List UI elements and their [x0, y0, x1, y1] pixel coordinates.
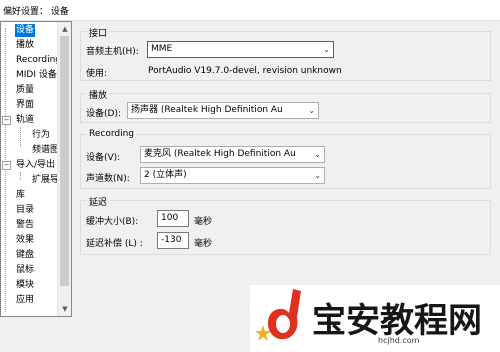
watermark-url: hcjhd.com: [378, 336, 420, 345]
tree-item-keyboard[interactable]: 键盘: [15, 249, 35, 262]
tree-item-warnings[interactable]: 警告: [15, 219, 35, 232]
tree-item-behavior[interactable]: 行为: [31, 129, 51, 142]
recording-device-label: 设备(V):: [86, 153, 121, 163]
recording-device-select[interactable]: 麦克风 (Realtek High Definition Au ⌄: [140, 146, 325, 163]
tree-item-modules[interactable]: 模块: [15, 279, 35, 292]
tree-horizontal-scrollbar[interactable]: ◀ ▶: [1, 316, 57, 317]
recording-group: Recording 设备(V): 麦克风 (Realtek High Defin…: [80, 129, 491, 189]
interface-group: 接口 音频主机(H): MME ⌄ 使用: PortAudio V19.7.0-…: [80, 26, 491, 81]
tree-item-recording[interactable]: Recording: [15, 54, 62, 67]
compensation-unit-label: 毫秒: [194, 239, 213, 249]
using-label: 使用:: [86, 69, 108, 79]
tree-item-devices[interactable]: 设备: [15, 24, 36, 37]
chevron-down-icon: ⌄: [314, 150, 321, 159]
tree-child-line: [20, 172, 21, 180]
playback-device-label: 设备(D):: [86, 109, 121, 119]
tree-item-midi-devices[interactable]: MIDI 设备: [15, 69, 58, 82]
tree-item-application[interactable]: 应用: [15, 294, 35, 307]
title-bar: 偏好设置： 设备: [0, 0, 500, 21]
buffer-size-input[interactable]: 100: [157, 210, 189, 227]
tree-item-spectrogram[interactable]: 频谱图: [31, 144, 60, 157]
tree-item-mouse[interactable]: 鼠标: [15, 264, 35, 277]
scroll-left-icon[interactable]: ◀: [1, 316, 13, 317]
channels-select[interactable]: 2 (立体声) ⌄: [140, 167, 325, 184]
audio-host-label: 音频主机(H):: [86, 47, 139, 57]
tree-item-tracks[interactable]: 轨道: [15, 114, 35, 127]
tree-item-directories[interactable]: 目录: [15, 204, 35, 217]
watermark-text: 宝安教程网: [312, 301, 482, 341]
playback-device-select[interactable]: 扬声器 (Realtek High Definition Au ⌄: [127, 102, 319, 119]
tree-child-line: [20, 127, 21, 147]
channels-label: 声道数(N):: [86, 174, 130, 184]
latency-compensation-input[interactable]: -130: [157, 232, 189, 249]
tree-item-extended-import[interactable]: 扩展导: [31, 174, 60, 187]
latency-compensation-label: 延迟补偿 (L) :: [86, 239, 143, 249]
tree-item-interface[interactable]: 界面: [15, 99, 35, 112]
tree-vertical-scrollbar[interactable]: ▲ ▼: [57, 22, 71, 316]
buffer-unit-label: 毫秒: [194, 217, 213, 227]
vertical-scroll-thumb[interactable]: [60, 36, 69, 286]
latency-group: 延迟 缓冲大小(B): 100 毫秒 延迟补偿 (L) : -130 毫秒: [80, 195, 491, 255]
tree-item-import-export[interactable]: 导入/导出: [15, 159, 56, 172]
scroll-up-icon[interactable]: ▲: [58, 22, 71, 36]
tree-item-playback[interactable]: 播放: [15, 39, 35, 52]
collapse-tracks-icon[interactable]: −: [2, 116, 11, 125]
chevron-down-icon: ⌄: [308, 106, 315, 115]
watermark-logo-icon: [255, 289, 301, 341]
playback-group-title: 播放: [87, 88, 110, 101]
scroll-right-icon[interactable]: ▶: [45, 316, 57, 317]
preferences-tree[interactable]: 设备 播放 Recording MIDI 设备 质量 界面 − 轨道 行为 频谱…: [0, 21, 72, 317]
tree-item-library[interactable]: 库: [15, 189, 26, 202]
collapse-import-export-icon[interactable]: −: [2, 161, 11, 170]
watermark: 宝安教程网 hcjhd.com: [250, 285, 500, 352]
chevron-down-icon: ⌄: [323, 45, 330, 54]
tree-item-quality[interactable]: 质量: [15, 84, 35, 97]
buffer-size-label: 缓冲大小(B):: [86, 217, 139, 227]
playback-group: 播放 设备(D): 扬声器 (Realtek High Definition A…: [80, 88, 491, 123]
recording-group-title: Recording: [87, 129, 137, 139]
chevron-down-icon: ⌄: [314, 171, 321, 180]
latency-group-title: 延迟: [87, 195, 110, 208]
interface-group-title: 接口: [87, 26, 110, 39]
tree-guide-line: [5, 28, 6, 312]
tree-item-effects[interactable]: 效果: [15, 234, 35, 247]
window-title: 偏好设置： 设备: [3, 7, 69, 17]
audio-host-select[interactable]: MME ⌄: [147, 41, 334, 58]
scroll-down-icon[interactable]: ▼: [58, 302, 71, 316]
portaudio-version: PortAudio V19.7.0-devel, revision unknow…: [148, 66, 342, 76]
